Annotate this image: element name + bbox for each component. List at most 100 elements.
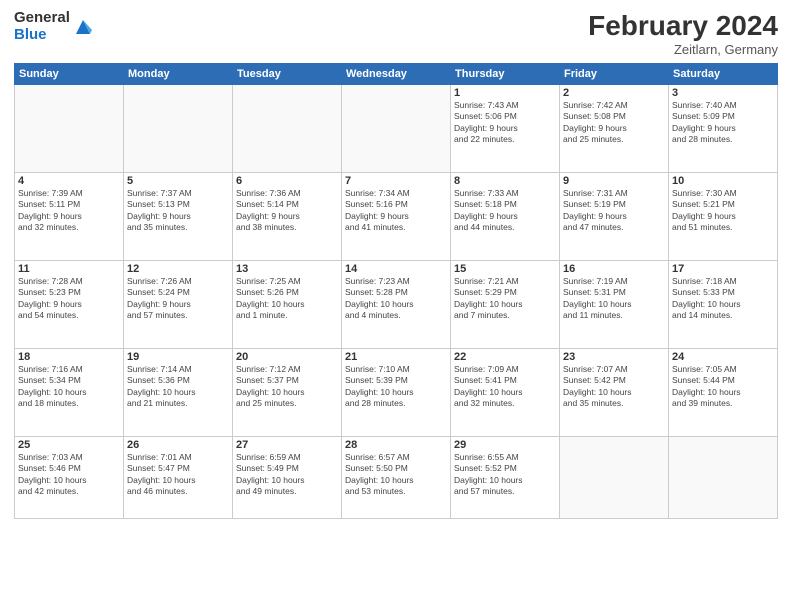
day-number: 27 — [236, 439, 338, 451]
day-cell-1-6: 10Sunrise: 7:30 AM Sunset: 5:21 PM Dayli… — [669, 173, 778, 261]
day-number: 29 — [454, 439, 556, 451]
day-cell-0-5: 2Sunrise: 7:42 AM Sunset: 5:08 PM Daylig… — [560, 85, 669, 173]
week-row-2: 11Sunrise: 7:28 AM Sunset: 5:23 PM Dayli… — [15, 261, 778, 349]
day-info: Sunrise: 7:39 AM Sunset: 5:11 PM Dayligh… — [18, 188, 120, 234]
day-number: 2 — [563, 87, 665, 99]
day-info: Sunrise: 7:33 AM Sunset: 5:18 PM Dayligh… — [454, 188, 556, 234]
day-number: 18 — [18, 351, 120, 363]
day-cell-4-0: 25Sunrise: 7:03 AM Sunset: 5:46 PM Dayli… — [15, 437, 124, 519]
day-cell-2-4: 15Sunrise: 7:21 AM Sunset: 5:29 PM Dayli… — [451, 261, 560, 349]
day-cell-3-6: 24Sunrise: 7:05 AM Sunset: 5:44 PM Dayli… — [669, 349, 778, 437]
logo-blue: Blue — [14, 27, 70, 44]
day-info: Sunrise: 7:26 AM Sunset: 5:24 PM Dayligh… — [127, 276, 229, 322]
day-info: Sunrise: 7:30 AM Sunset: 5:21 PM Dayligh… — [672, 188, 774, 234]
logo-icon — [72, 16, 94, 38]
day-number: 21 — [345, 351, 447, 363]
day-cell-0-6: 3Sunrise: 7:40 AM Sunset: 5:09 PM Daylig… — [669, 85, 778, 173]
day-cell-4-6 — [669, 437, 778, 519]
day-cell-2-6: 17Sunrise: 7:18 AM Sunset: 5:33 PM Dayli… — [669, 261, 778, 349]
header-row: Sunday Monday Tuesday Wednesday Thursday… — [15, 64, 778, 85]
day-number: 15 — [454, 263, 556, 275]
day-cell-0-0 — [15, 85, 124, 173]
day-cell-3-2: 20Sunrise: 7:12 AM Sunset: 5:37 PM Dayli… — [233, 349, 342, 437]
day-info: Sunrise: 7:16 AM Sunset: 5:34 PM Dayligh… — [18, 364, 120, 410]
day-cell-3-4: 22Sunrise: 7:09 AM Sunset: 5:41 PM Dayli… — [451, 349, 560, 437]
calendar-table: Sunday Monday Tuesday Wednesday Thursday… — [14, 63, 778, 519]
logo: General Blue — [14, 10, 94, 43]
day-number: 25 — [18, 439, 120, 451]
day-cell-4-4: 29Sunrise: 6:55 AM Sunset: 5:52 PM Dayli… — [451, 437, 560, 519]
day-info: Sunrise: 7:40 AM Sunset: 5:09 PM Dayligh… — [672, 100, 774, 146]
day-number: 24 — [672, 351, 774, 363]
day-cell-3-1: 19Sunrise: 7:14 AM Sunset: 5:36 PM Dayli… — [124, 349, 233, 437]
day-info: Sunrise: 7:07 AM Sunset: 5:42 PM Dayligh… — [563, 364, 665, 410]
day-cell-3-5: 23Sunrise: 7:07 AM Sunset: 5:42 PM Dayli… — [560, 349, 669, 437]
header-tuesday: Tuesday — [233, 64, 342, 85]
day-info: Sunrise: 6:59 AM Sunset: 5:49 PM Dayligh… — [236, 452, 338, 498]
day-cell-2-5: 16Sunrise: 7:19 AM Sunset: 5:31 PM Dayli… — [560, 261, 669, 349]
day-number: 5 — [127, 175, 229, 187]
header-thursday: Thursday — [451, 64, 560, 85]
day-cell-0-1 — [124, 85, 233, 173]
header-friday: Friday — [560, 64, 669, 85]
day-number: 20 — [236, 351, 338, 363]
day-number: 19 — [127, 351, 229, 363]
day-number: 4 — [18, 175, 120, 187]
day-info: Sunrise: 7:01 AM Sunset: 5:47 PM Dayligh… — [127, 452, 229, 498]
day-cell-0-3 — [342, 85, 451, 173]
day-cell-2-0: 11Sunrise: 7:28 AM Sunset: 5:23 PM Dayli… — [15, 261, 124, 349]
day-cell-4-3: 28Sunrise: 6:57 AM Sunset: 5:50 PM Dayli… — [342, 437, 451, 519]
day-cell-1-2: 6Sunrise: 7:36 AM Sunset: 5:14 PM Daylig… — [233, 173, 342, 261]
week-row-0: 1Sunrise: 7:43 AM Sunset: 5:06 PM Daylig… — [15, 85, 778, 173]
day-info: Sunrise: 7:09 AM Sunset: 5:41 PM Dayligh… — [454, 364, 556, 410]
day-info: Sunrise: 7:18 AM Sunset: 5:33 PM Dayligh… — [672, 276, 774, 322]
header-saturday: Saturday — [669, 64, 778, 85]
title-section: February 2024 Zeitlarn, Germany — [588, 10, 778, 57]
day-cell-1-1: 5Sunrise: 7:37 AM Sunset: 5:13 PM Daylig… — [124, 173, 233, 261]
day-number: 8 — [454, 175, 556, 187]
day-cell-4-5 — [560, 437, 669, 519]
day-info: Sunrise: 6:55 AM Sunset: 5:52 PM Dayligh… — [454, 452, 556, 498]
calendar-page: General Blue February 2024 Zeitlarn, Ger… — [0, 0, 792, 612]
calendar-body: 1Sunrise: 7:43 AM Sunset: 5:06 PM Daylig… — [15, 85, 778, 519]
day-info: Sunrise: 7:21 AM Sunset: 5:29 PM Dayligh… — [454, 276, 556, 322]
day-info: Sunrise: 7:43 AM Sunset: 5:06 PM Dayligh… — [454, 100, 556, 146]
day-number: 9 — [563, 175, 665, 187]
week-row-4: 25Sunrise: 7:03 AM Sunset: 5:46 PM Dayli… — [15, 437, 778, 519]
header-wednesday: Wednesday — [342, 64, 451, 85]
day-number: 7 — [345, 175, 447, 187]
day-cell-2-2: 13Sunrise: 7:25 AM Sunset: 5:26 PM Dayli… — [233, 261, 342, 349]
day-number: 3 — [672, 87, 774, 99]
day-number: 26 — [127, 439, 229, 451]
day-cell-1-4: 8Sunrise: 7:33 AM Sunset: 5:18 PM Daylig… — [451, 173, 560, 261]
week-row-1: 4Sunrise: 7:39 AM Sunset: 5:11 PM Daylig… — [15, 173, 778, 261]
header-monday: Monday — [124, 64, 233, 85]
day-number: 14 — [345, 263, 447, 275]
day-info: Sunrise: 7:34 AM Sunset: 5:16 PM Dayligh… — [345, 188, 447, 234]
week-row-3: 18Sunrise: 7:16 AM Sunset: 5:34 PM Dayli… — [15, 349, 778, 437]
day-cell-4-2: 27Sunrise: 6:59 AM Sunset: 5:49 PM Dayli… — [233, 437, 342, 519]
header: General Blue February 2024 Zeitlarn, Ger… — [14, 10, 778, 57]
day-info: Sunrise: 7:03 AM Sunset: 5:46 PM Dayligh… — [18, 452, 120, 498]
day-info: Sunrise: 7:14 AM Sunset: 5:36 PM Dayligh… — [127, 364, 229, 410]
day-number: 6 — [236, 175, 338, 187]
day-cell-3-0: 18Sunrise: 7:16 AM Sunset: 5:34 PM Dayli… — [15, 349, 124, 437]
day-info: Sunrise: 7:36 AM Sunset: 5:14 PM Dayligh… — [236, 188, 338, 234]
day-info: Sunrise: 7:28 AM Sunset: 5:23 PM Dayligh… — [18, 276, 120, 322]
day-info: Sunrise: 7:23 AM Sunset: 5:28 PM Dayligh… — [345, 276, 447, 322]
day-info: Sunrise: 7:19 AM Sunset: 5:31 PM Dayligh… — [563, 276, 665, 322]
logo-general: General — [14, 10, 70, 27]
day-number: 12 — [127, 263, 229, 275]
day-cell-0-2 — [233, 85, 342, 173]
day-cell-2-3: 14Sunrise: 7:23 AM Sunset: 5:28 PM Dayli… — [342, 261, 451, 349]
day-number: 10 — [672, 175, 774, 187]
day-cell-1-0: 4Sunrise: 7:39 AM Sunset: 5:11 PM Daylig… — [15, 173, 124, 261]
day-number: 1 — [454, 87, 556, 99]
day-cell-3-3: 21Sunrise: 7:10 AM Sunset: 5:39 PM Dayli… — [342, 349, 451, 437]
logo-text: General Blue — [14, 10, 70, 43]
day-number: 11 — [18, 263, 120, 275]
calendar-subtitle: Zeitlarn, Germany — [588, 42, 778, 57]
day-cell-4-1: 26Sunrise: 7:01 AM Sunset: 5:47 PM Dayli… — [124, 437, 233, 519]
day-info: Sunrise: 7:42 AM Sunset: 5:08 PM Dayligh… — [563, 100, 665, 146]
day-number: 28 — [345, 439, 447, 451]
